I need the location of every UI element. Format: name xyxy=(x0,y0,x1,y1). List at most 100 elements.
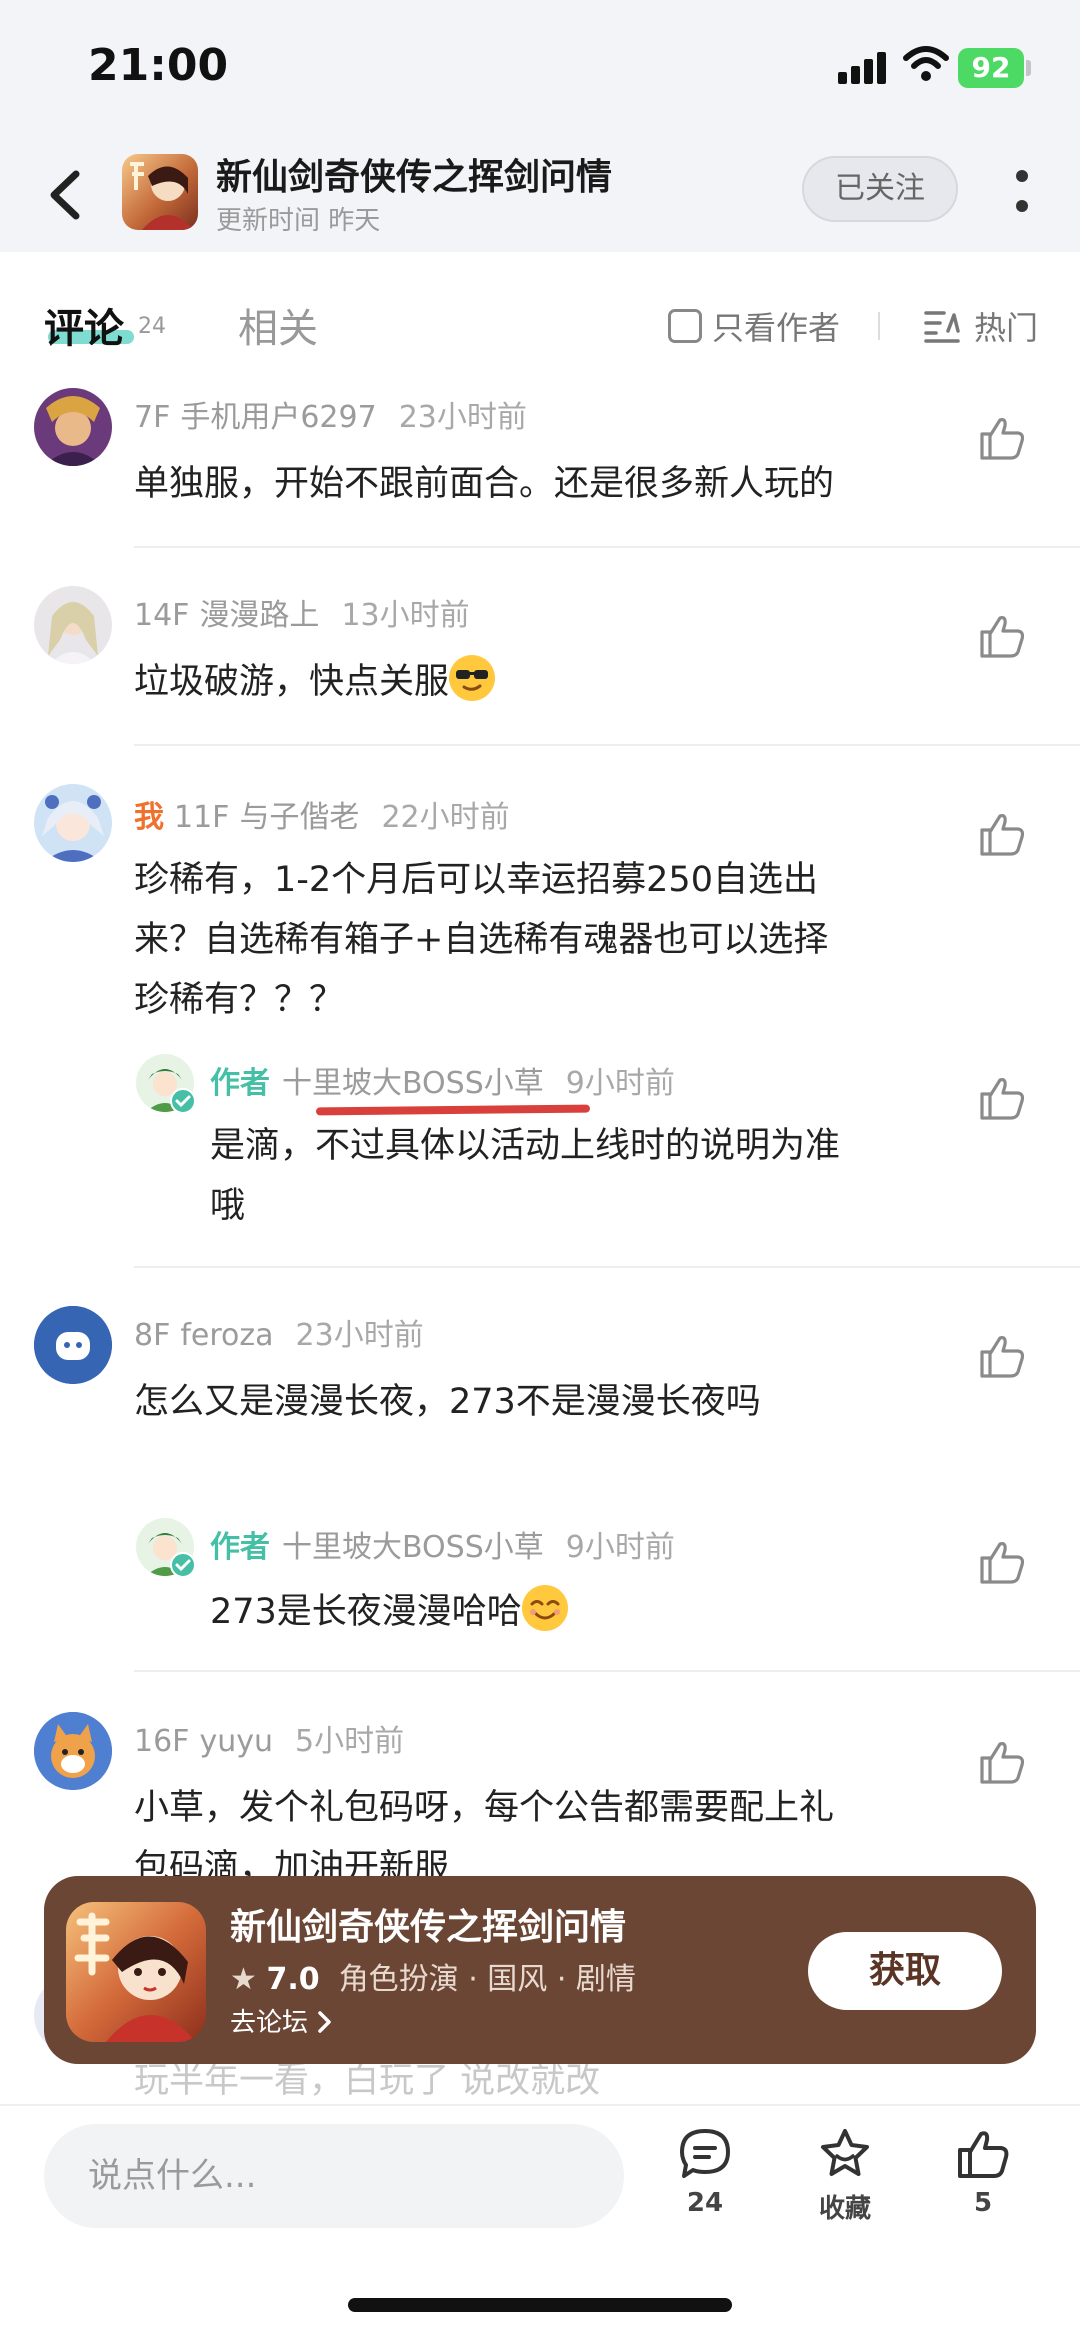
tab-related[interactable]: 相关 xyxy=(238,296,318,354)
battery-indicator: 92 xyxy=(958,48,1024,88)
comment-count: 24 xyxy=(686,2188,724,2218)
comment-text: 单独服，开始不跟前面合。还是很多新人玩的 xyxy=(134,454,834,514)
sunglasses-emoji-icon xyxy=(449,655,496,701)
author-tag: 作者 xyxy=(210,1066,270,1101)
comments-action[interactable]: 24 xyxy=(660,2126,750,2218)
like-icon[interactable] xyxy=(976,1736,1028,1788)
like-count: 5 xyxy=(973,2188,993,2218)
username[interactable]: 与子偕老 xyxy=(239,800,359,835)
status-bar: 21:00 92 xyxy=(0,0,1080,140)
me-badge: 我 xyxy=(134,800,164,835)
comment-time: 5小时前 xyxy=(294,1724,405,1759)
favorite-action[interactable]: 收藏 xyxy=(800,2126,890,2225)
comment-input[interactable]: 说点什么... xyxy=(44,2124,624,2228)
reply-like-icon[interactable] xyxy=(976,1536,1028,1588)
comment-item[interactable]: 16F yuyu 5小时前 小草，发个礼包码呀，每个公告都需要配上礼 包码滴，加油开… xyxy=(0,1702,1080,1882)
author-only-checkbox[interactable] xyxy=(668,309,702,343)
get-button[interactable]: 获取 xyxy=(808,1932,1002,2010)
tab-comments-count: 24 xyxy=(138,314,166,339)
back-icon[interactable] xyxy=(36,160,96,230)
separator xyxy=(134,744,1080,746)
floor-number: 11F xyxy=(174,800,230,835)
sort-icon xyxy=(924,311,960,343)
reply-meta: 作者 十里坡大BOSS小草 9小时前 xyxy=(210,1058,675,1102)
partial-comment-text: 玩半年一看，白玩了 说改就改 xyxy=(134,2061,601,2101)
partial-comment: 玩半年一看，白玩了 说改就改 xyxy=(0,2060,1080,2108)
comment-text: 怎么又是漫漫长夜，273不是漫漫长夜吗 xyxy=(134,1372,761,1432)
reply-line: 273是长夜漫漫哈哈 xyxy=(210,1592,522,1632)
author-username[interactable]: 十里坡大BOSS小草 xyxy=(282,1530,544,1565)
comment-meta: 7F 手机用户6297 23小时前 xyxy=(134,392,527,436)
signal-icon xyxy=(838,50,892,84)
comment-line: 垃圾破游，快点关服 xyxy=(134,662,450,702)
battery-tip xyxy=(1026,60,1031,76)
like-icon[interactable] xyxy=(976,610,1028,662)
reply-like-icon[interactable] xyxy=(976,1072,1028,1124)
comment-text: 垃圾破游，快点关服 xyxy=(134,652,496,712)
wifi-icon xyxy=(903,46,949,81)
app-header: 新仙剑奇侠传之挥剑问情 更新时间 昨天 已关注 xyxy=(0,140,1080,252)
author-username[interactable]: 十里坡大BOSS小草 xyxy=(282,1066,544,1101)
follow-button[interactable]: 已关注 xyxy=(802,156,958,222)
like-action[interactable]: 5 xyxy=(938,2126,1028,2218)
avatar[interactable] xyxy=(34,1712,112,1790)
comment-item[interactable]: 14F 漫漫路上 13小时前 垃圾破游，快点关服 xyxy=(0,580,1080,744)
username[interactable]: 漫漫路上 xyxy=(199,598,319,633)
comment-bubble-icon xyxy=(680,2129,730,2178)
like-icon[interactable] xyxy=(976,1330,1028,1382)
banner-title: 新仙剑奇侠传之挥剑问情 xyxy=(230,1907,627,1948)
separator xyxy=(134,1266,1080,1268)
separator xyxy=(134,546,1080,548)
verified-badge-icon xyxy=(170,1552,196,1578)
author-only-label: 只看作者 xyxy=(712,309,841,347)
comment-line: 单独服，开始不跟前面合。还是很多新人玩的 xyxy=(134,464,835,504)
avatar[interactable] xyxy=(34,586,112,664)
reply-meta: 作者 十里坡大BOSS小草 9小时前 xyxy=(210,1522,675,1566)
verified-badge-icon xyxy=(170,1088,196,1114)
comment-item[interactable]: 我 11F 与子偕老 22小时前 珍稀有，1-2个月后可以幸运招募250自选出 来？自… xyxy=(0,778,1080,1266)
comment-line: 珍稀有？？？ xyxy=(134,980,345,1020)
username[interactable]: yuyu xyxy=(199,1724,273,1759)
floor-number: 8F xyxy=(134,1318,171,1353)
comment-item[interactable]: 8F feroza 23小时前 怎么又是漫漫长夜，273不是漫漫长夜吗 作者 十里坡大… xyxy=(0,1300,1080,1700)
banner-meta: ★ 7.0 角色扮演 · 国风 · 剧情 xyxy=(230,1954,636,1998)
username[interactable]: feroza xyxy=(180,1318,273,1353)
comment-item[interactable]: 7F 手机用户6297 23小时前 单独服，开始不跟前面合。还是很多新人玩的 xyxy=(0,382,1080,546)
comment-text: 小草，发个礼包码呀，每个公告都需要配上礼 包码滴，加油开新服 xyxy=(134,1778,834,1882)
divider xyxy=(878,312,880,340)
like-icon[interactable] xyxy=(976,412,1028,464)
game-icon[interactable] xyxy=(122,154,198,230)
app-promo-banner[interactable]: 新仙剑奇侠传之挥剑问情 ★ 7.0 角色扮演 · 国风 · 剧情 去论坛 获取 xyxy=(44,1876,1036,2064)
battery-level: 92 xyxy=(971,51,1011,84)
favorite-label: 收藏 xyxy=(818,2194,871,2224)
status-time: 21:00 xyxy=(88,40,229,91)
reply-line: 哦 xyxy=(210,1186,246,1226)
comment-meta: 我 11F 与子偕老 22小时前 xyxy=(134,792,510,836)
chevron-right-icon xyxy=(318,2011,332,2033)
floor-number: 16F xyxy=(134,1724,190,1759)
username[interactable]: 手机用户6297 xyxy=(180,400,376,435)
avatar[interactable] xyxy=(34,784,112,862)
reply-text: 是滴，不过具体以活动上线时的说明为准 哦 xyxy=(210,1116,840,1236)
home-indicator[interactable] xyxy=(348,2298,732,2312)
comment-text: 珍稀有，1-2个月后可以幸运招募250自选出 来？自选稀有箱子+自选稀有魂器也可… xyxy=(134,850,828,1030)
header-subtitle: 更新时间 昨天 xyxy=(216,206,381,236)
avatar[interactable] xyxy=(34,388,112,466)
thumbs-up-icon xyxy=(958,2131,1009,2178)
go-to-forum-link[interactable]: 去论坛 xyxy=(230,2002,334,2039)
banner-game-icon[interactable] xyxy=(66,1902,206,2042)
like-icon[interactable] xyxy=(976,808,1028,860)
star-outline-icon xyxy=(821,2129,869,2176)
reply-text: 273是长夜漫漫哈哈 xyxy=(210,1582,568,1642)
more-options-icon[interactable] xyxy=(1010,170,1034,226)
reply-time: 9小时前 xyxy=(565,1066,675,1101)
comment-line: 怎么又是漫漫长夜，273不是漫漫长夜吗 xyxy=(134,1382,761,1422)
header-title: 新仙剑奇侠传之挥剑问情 xyxy=(216,157,613,198)
comment-time: 23小时前 xyxy=(295,1318,424,1353)
comment-time: 22小时前 xyxy=(381,800,510,835)
author-only-toggle[interactable]: 只看作者 xyxy=(668,306,841,347)
sort-dropdown[interactable]: 热门 xyxy=(922,306,1038,347)
avatar[interactable] xyxy=(34,1306,112,1384)
comment-line: 珍稀有，1-2个月后可以幸运招募250自选出 xyxy=(134,860,818,900)
tab-comments[interactable]: 评论 xyxy=(44,296,124,354)
